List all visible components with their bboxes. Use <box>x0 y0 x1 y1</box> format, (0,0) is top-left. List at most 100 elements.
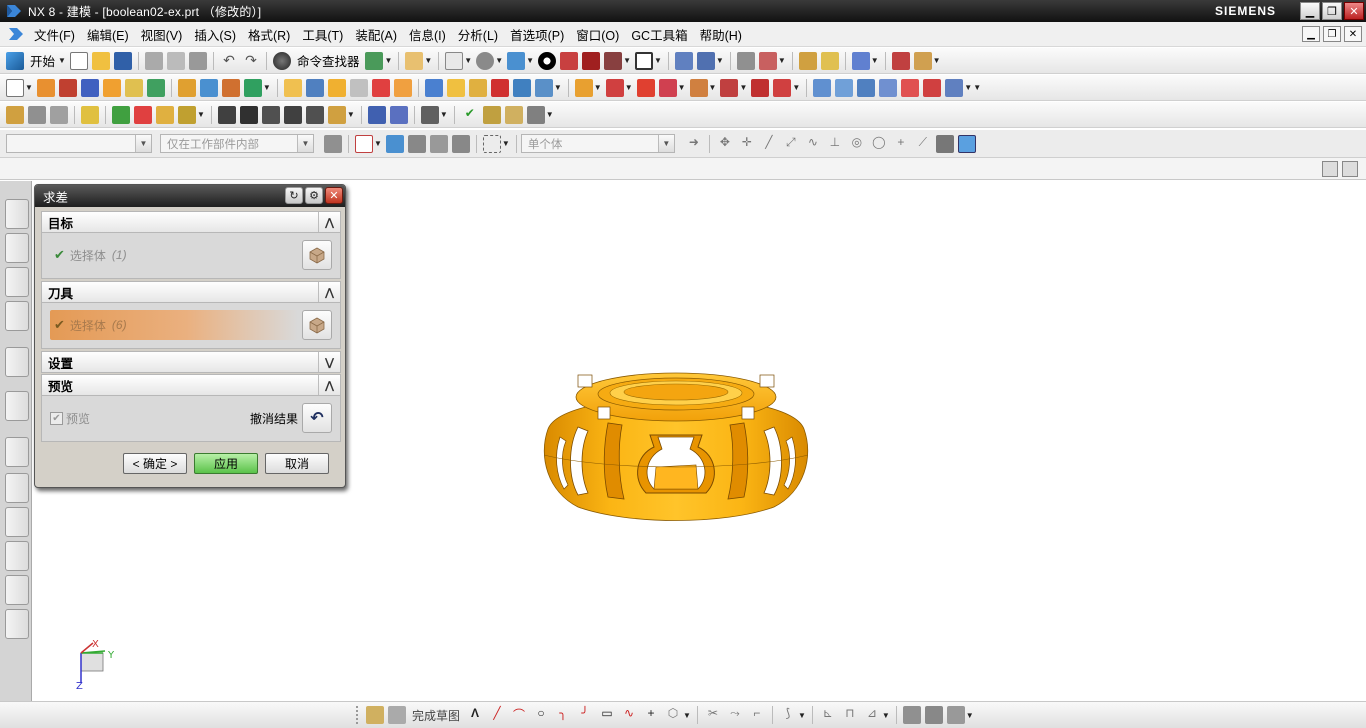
sketch-spline-icon[interactable] <box>283 105 302 124</box>
hole-icon[interactable] <box>177 78 196 97</box>
make-corner-icon[interactable]: ⌐ <box>748 706 766 724</box>
subtract-icon[interactable] <box>305 78 324 97</box>
snap-on-curve-icon[interactable]: ⟋ <box>914 135 932 153</box>
profile-icon[interactable]: Ʌ <box>466 706 484 724</box>
menu-insert[interactable]: 插入(S) <box>188 25 242 44</box>
sketch-arc-icon[interactable] <box>239 105 258 124</box>
sketch-task-icon[interactable] <box>366 706 384 724</box>
select-all-icon[interactable] <box>355 134 373 153</box>
menu-window[interactable]: 窗口(O) <box>570 25 625 44</box>
reuse-library-tab[interactable] <box>5 301 29 331</box>
menu-tools[interactable]: 工具(T) <box>296 25 349 44</box>
paste-icon[interactable] <box>188 51 207 70</box>
ruled-surface-icon[interactable] <box>835 78 854 97</box>
auto-constrain-icon[interactable]: ⊿ <box>863 706 881 724</box>
sketch-offset-icon[interactable] <box>327 105 346 124</box>
collapse-preview-icon[interactable]: ⋀ <box>318 375 340 395</box>
arrow-right-icon[interactable]: ➜ <box>685 135 703 153</box>
spline-icon[interactable]: ∿ <box>620 706 638 724</box>
point-icon[interactable]: + <box>642 706 660 724</box>
cancel-button[interactable]: 取消 <box>265 453 329 474</box>
selection-scope-select[interactable]: 仅在工作部件内部 ▼ <box>160 134 314 153</box>
component-array-icon[interactable] <box>178 105 196 124</box>
sphere-icon[interactable] <box>146 78 165 97</box>
arc-icon[interactable]: ⌒ <box>510 706 528 724</box>
cone-icon[interactable] <box>124 78 143 97</box>
analysis-icon[interactable] <box>798 51 817 70</box>
shell-icon[interactable] <box>490 78 509 97</box>
doc-restore-button[interactable]: ❐ <box>1323 26 1341 42</box>
intersect-icon[interactable] <box>327 78 346 97</box>
window-switch-icon[interactable] <box>365 51 384 70</box>
line-icon[interactable]: ╱ <box>488 706 506 724</box>
sketch-circle-icon[interactable] <box>261 105 280 124</box>
pocket-icon[interactable] <box>221 78 240 97</box>
menu-format[interactable]: 格式(R) <box>242 25 296 44</box>
chevron-down-icon[interactable]: ▼ <box>297 135 313 152</box>
doc-close-button[interactable]: ✕ <box>1344 26 1362 42</box>
offset-face-icon[interactable] <box>393 78 412 97</box>
menu-analysis[interactable]: 分析(L) <box>452 25 504 44</box>
save-icon[interactable] <box>113 51 132 70</box>
body-rule-select[interactable]: 单个体 ▼ <box>520 134 675 153</box>
resize-blend-icon[interactable] <box>689 78 708 97</box>
draft-icon[interactable] <box>468 78 487 97</box>
new-file-icon[interactable] <box>69 51 88 70</box>
mate-icon[interactable] <box>112 105 130 124</box>
finish-sketch-icon[interactable] <box>388 706 406 724</box>
dimension-icon[interactable]: ⊾ <box>819 706 837 724</box>
dialog-titlebar[interactable]: 求差 ↻ ⚙ ✕ <box>35 185 345 207</box>
move-to-layer-icon[interactable] <box>758 51 777 70</box>
block-icon[interactable] <box>80 78 99 97</box>
start-menu-button[interactable]: 开始 <box>30 51 55 70</box>
wcs-icon[interactable] <box>674 51 693 70</box>
n-sided-surface-icon[interactable] <box>879 78 898 97</box>
trim-body-icon[interactable] <box>349 78 368 97</box>
clock-history-tab[interactable] <box>5 437 29 467</box>
constrain-face-icon[interactable] <box>751 78 770 97</box>
examine-icon[interactable] <box>526 105 545 124</box>
check-geometry-icon[interactable] <box>504 105 523 124</box>
menu-assembly[interactable]: 装配(A) <box>349 25 403 44</box>
assembly-navigator-tab[interactable] <box>5 199 29 229</box>
layer-settings-icon[interactable] <box>736 51 755 70</box>
delete-face-icon[interactable] <box>636 78 655 97</box>
close-dialog-button[interactable]: ✕ <box>325 187 343 204</box>
sew-icon[interactable] <box>945 78 964 97</box>
ruler-icon[interactable] <box>891 51 910 70</box>
assembly-navigator-icon[interactable] <box>6 105 24 124</box>
bounded-plane-icon[interactable] <box>901 78 920 97</box>
snap-face-icon[interactable] <box>935 134 954 153</box>
circle-icon[interactable]: ○ <box>532 706 550 724</box>
binoculars-icon[interactable] <box>272 51 291 70</box>
swept-icon[interactable] <box>857 78 876 97</box>
section-view-icon[interactable] <box>604 51 623 70</box>
nx-menu-icon[interactable] <box>8 26 24 42</box>
extrude-icon[interactable] <box>36 78 55 97</box>
history-tab[interactable] <box>5 391 29 421</box>
roles-tab[interactable] <box>5 575 29 605</box>
wcs-orient-icon[interactable] <box>696 51 715 70</box>
polygon-icon[interactable]: ⬡ <box>664 706 682 724</box>
chamfer-sketch-icon[interactable]: ╯ <box>576 706 594 724</box>
through-curves-icon[interactable] <box>813 78 832 97</box>
part-navigator-tab[interactable] <box>5 267 29 297</box>
apply-button[interactable]: 应用 <box>194 453 258 474</box>
part-model[interactable] <box>538 367 814 523</box>
menu-preferences[interactable]: 首选项(P) <box>504 25 570 44</box>
validate-icon[interactable] <box>482 105 501 124</box>
snap-endpoint-icon[interactable]: ✥ <box>716 135 734 153</box>
type-filter-select[interactable]: ▼ <box>6 134 152 153</box>
parts-list-icon[interactable] <box>389 105 408 124</box>
status-grid-icon[interactable] <box>1322 161 1338 177</box>
reposition-icon[interactable] <box>134 105 152 124</box>
background-icon[interactable] <box>634 51 653 70</box>
quick-pick-icon[interactable] <box>407 134 426 153</box>
edge-display-icon[interactable] <box>560 51 579 70</box>
label-chamfer-icon[interactable] <box>773 78 792 97</box>
snap-quadrant-icon[interactable]: ◯ <box>870 135 888 153</box>
constraints-icon[interactable] <box>156 105 174 124</box>
full-screen-icon[interactable] <box>1342 161 1358 177</box>
mirror-icon[interactable] <box>534 78 553 97</box>
start-icon[interactable] <box>6 51 24 70</box>
